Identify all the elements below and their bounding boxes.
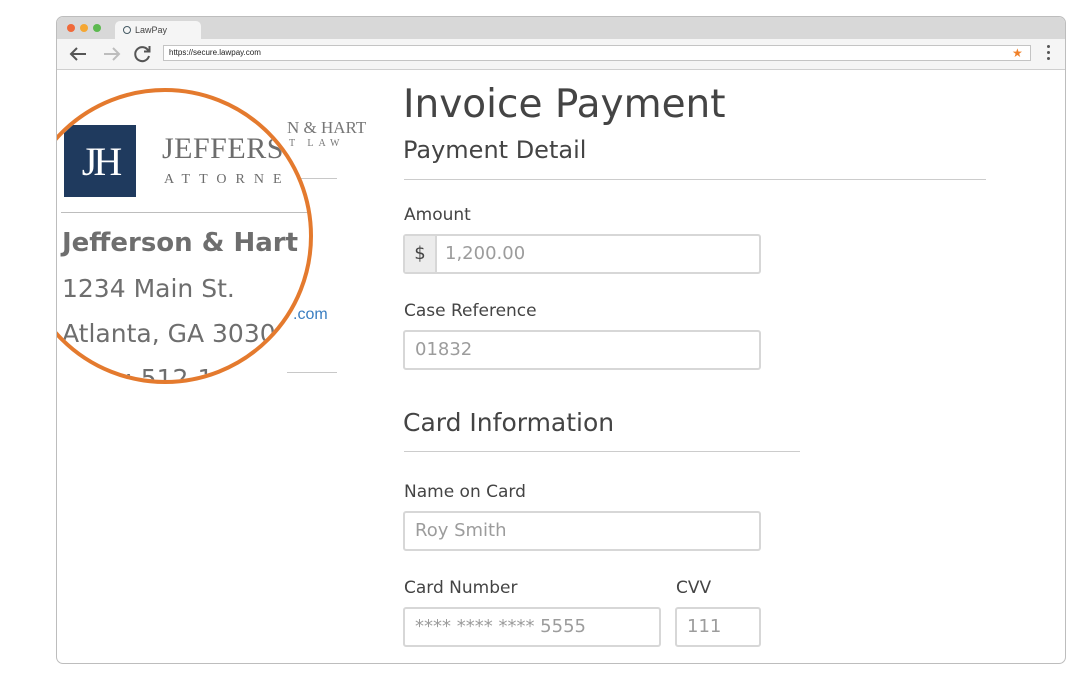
divider	[287, 372, 337, 373]
firm-logo-monogram: JH	[64, 125, 136, 197]
tab-title: LawPay	[135, 25, 168, 35]
amount-placeholder: 1,200.00	[445, 243, 526, 264]
reload-button[interactable]	[132, 44, 154, 64]
firm-email-fragment[interactable]: .com	[293, 306, 328, 324]
amount-input[interactable]: $ 1,200.00	[403, 234, 761, 274]
forward-button[interactable]	[101, 44, 123, 64]
logo-tagline-fragment: T LAW	[289, 138, 345, 149]
case-reference-input[interactable]: 01832	[403, 330, 761, 370]
case-reference-label: Case Reference	[404, 301, 537, 321]
divider	[404, 451, 800, 452]
amount-label: Amount	[404, 205, 471, 225]
reload-icon	[134, 46, 151, 63]
card-number-input[interactable]: **** **** **** 5555	[403, 607, 661, 647]
section-title-payment-detail: Payment Detail	[403, 136, 587, 164]
firm-address-line-1: 1234 Main St.	[62, 274, 235, 303]
arrow-right-icon	[104, 47, 121, 61]
back-button[interactable]	[67, 44, 89, 64]
firm-phone: hone: 512-1	[62, 364, 214, 384]
close-window-button[interactable]	[67, 24, 75, 32]
logo-name-fragment: N & HART	[287, 118, 367, 137]
cvv-input[interactable]: 111	[675, 607, 761, 647]
minimize-window-button[interactable]	[80, 24, 88, 32]
name-on-card-input[interactable]: Roy Smith	[403, 511, 761, 551]
page-title: Invoice Payment	[403, 82, 726, 127]
magnifier-callout: JH JEFFERS ATTORNE Jefferson & Hart 1234…	[57, 88, 313, 384]
divider	[61, 212, 309, 213]
divider	[404, 179, 986, 180]
firm-name: Jefferson & Hart	[62, 228, 299, 258]
lawpay-favicon-icon	[123, 26, 131, 34]
firm-logo-tagline: ATTORNE	[164, 172, 291, 187]
bookmark-star-icon[interactable]: ★	[1012, 46, 1023, 60]
currency-addon: $	[405, 236, 437, 272]
name-on-card-label: Name on Card	[404, 482, 526, 502]
browser-toolbar: https://secure.lawpay.com ★	[57, 39, 1065, 70]
arrow-left-icon	[69, 47, 86, 61]
cvv-label: CVV	[676, 578, 712, 598]
maximize-window-button[interactable]	[93, 24, 101, 32]
firm-logo-name: JEFFERS	[162, 132, 284, 165]
address-bar[interactable]: https://secure.lawpay.com	[163, 45, 1031, 61]
tab-bar: LawPay	[57, 17, 1065, 39]
browser-tab[interactable]: LawPay	[115, 21, 201, 39]
section-title-card-information: Card Information	[403, 408, 615, 437]
page-content: N & HART T LAW .com JH JEFFERS ATTORNE J…	[57, 70, 1065, 663]
browser-window: LawPay https://secure.lawpay.com ★ N & H…	[56, 16, 1066, 664]
browser-menu-icon[interactable]	[1047, 45, 1051, 63]
card-number-label: Card Number	[404, 578, 518, 598]
firm-address-line-2: Atlanta, GA 30301	[62, 319, 292, 348]
